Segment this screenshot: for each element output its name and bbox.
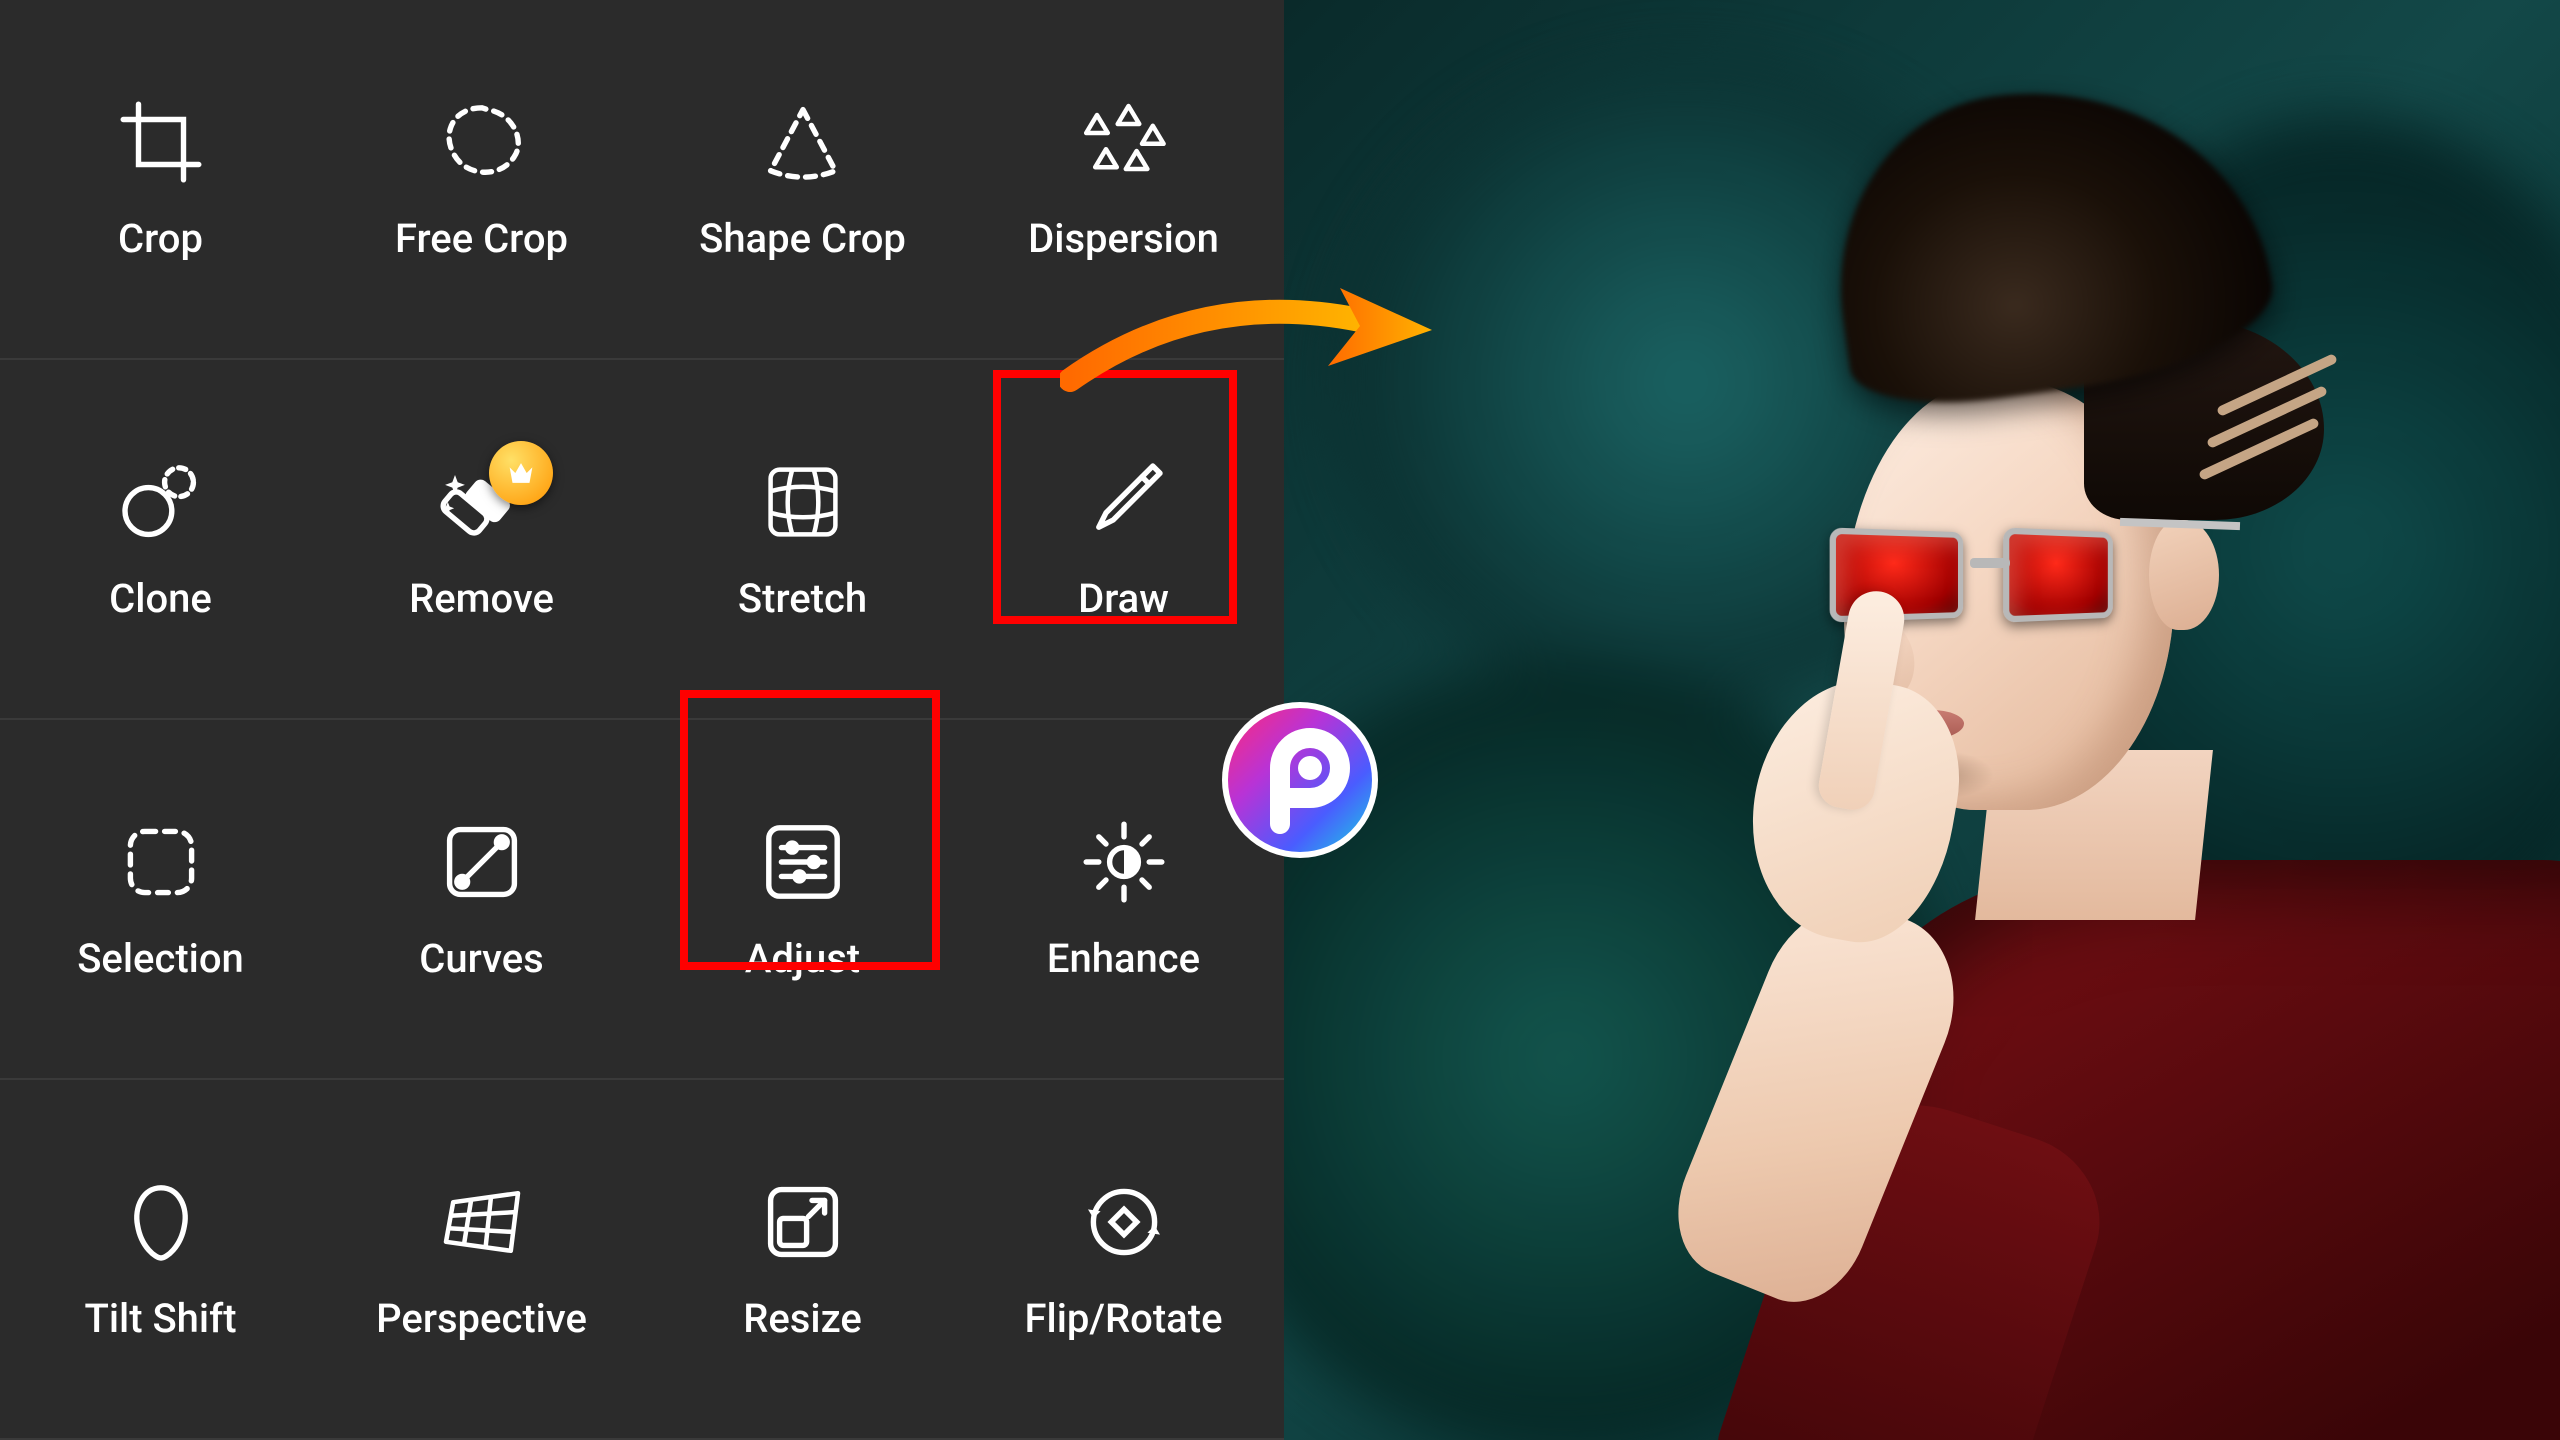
picsart-logo-icon — [1220, 700, 1380, 860]
free-crop-icon — [437, 97, 527, 187]
tool-resize[interactable]: Resize — [642, 1080, 963, 1438]
remove-icon — [437, 457, 527, 547]
tool-flip-rotate[interactable]: Flip/Rotate — [963, 1080, 1284, 1438]
tool-row-2: Clone Remove — [0, 360, 1284, 720]
tool-label: Remove — [409, 575, 554, 622]
crop-icon — [116, 97, 206, 187]
tool-label: Curves — [419, 935, 543, 982]
selection-icon — [116, 817, 206, 907]
tool-label: Adjust — [745, 935, 860, 982]
tool-curves[interactable]: Curves — [321, 720, 642, 1078]
tools-panel: Crop Free Crop Shape Crop — [0, 0, 1284, 1440]
tool-crop[interactable]: Crop — [0, 0, 321, 358]
tool-label: Crop — [118, 215, 203, 262]
tool-label: Free Crop — [395, 215, 568, 262]
tool-row-4: Tilt Shift Perspective Resize — [0, 1080, 1284, 1440]
premium-badge-icon — [489, 441, 553, 505]
tool-draw[interactable]: Draw — [963, 360, 1284, 718]
dispersion-icon — [1079, 97, 1169, 187]
tool-label: Dispersion — [1028, 215, 1219, 262]
perspective-icon — [437, 1177, 527, 1267]
tool-shape-crop[interactable]: Shape Crop — [642, 0, 963, 358]
arrow-annotation-icon — [1060, 280, 1440, 400]
tilt-shift-icon — [116, 1177, 206, 1267]
tool-label: Perspective — [376, 1295, 587, 1342]
edited-person — [1494, 60, 2560, 1440]
preview-image — [1284, 0, 2560, 1440]
tool-label: Clone — [109, 575, 212, 622]
tool-adjust[interactable]: Adjust — [642, 720, 963, 1078]
tool-label: Tilt Shift — [84, 1295, 236, 1342]
enhance-icon — [1079, 817, 1169, 907]
tool-selection[interactable]: Selection — [0, 720, 321, 1078]
curves-icon — [437, 817, 527, 907]
tool-label: Stretch — [738, 575, 867, 622]
tool-perspective[interactable]: Perspective — [321, 1080, 642, 1438]
tool-label: Draw — [1078, 575, 1169, 622]
flip-rotate-icon — [1079, 1177, 1169, 1267]
clone-icon — [116, 457, 206, 547]
tool-label: Shape Crop — [699, 215, 906, 262]
tool-remove[interactable]: Remove — [321, 360, 642, 718]
tool-stretch[interactable]: Stretch — [642, 360, 963, 718]
resize-icon — [758, 1177, 848, 1267]
draw-icon — [1079, 457, 1169, 547]
tool-label: Selection — [77, 935, 244, 982]
tool-row-3: Selection Curves Adjust — [0, 720, 1284, 1080]
stretch-icon — [758, 457, 848, 547]
tool-label: Enhance — [1047, 935, 1200, 982]
tool-label: Flip/Rotate — [1024, 1295, 1222, 1342]
tool-tilt-shift[interactable]: Tilt Shift — [0, 1080, 321, 1438]
tool-label: Resize — [743, 1295, 862, 1342]
tool-clone[interactable]: Clone — [0, 360, 321, 718]
tool-free-crop[interactable]: Free Crop — [321, 0, 642, 358]
shape-crop-icon — [758, 97, 848, 187]
adjust-icon — [758, 817, 848, 907]
